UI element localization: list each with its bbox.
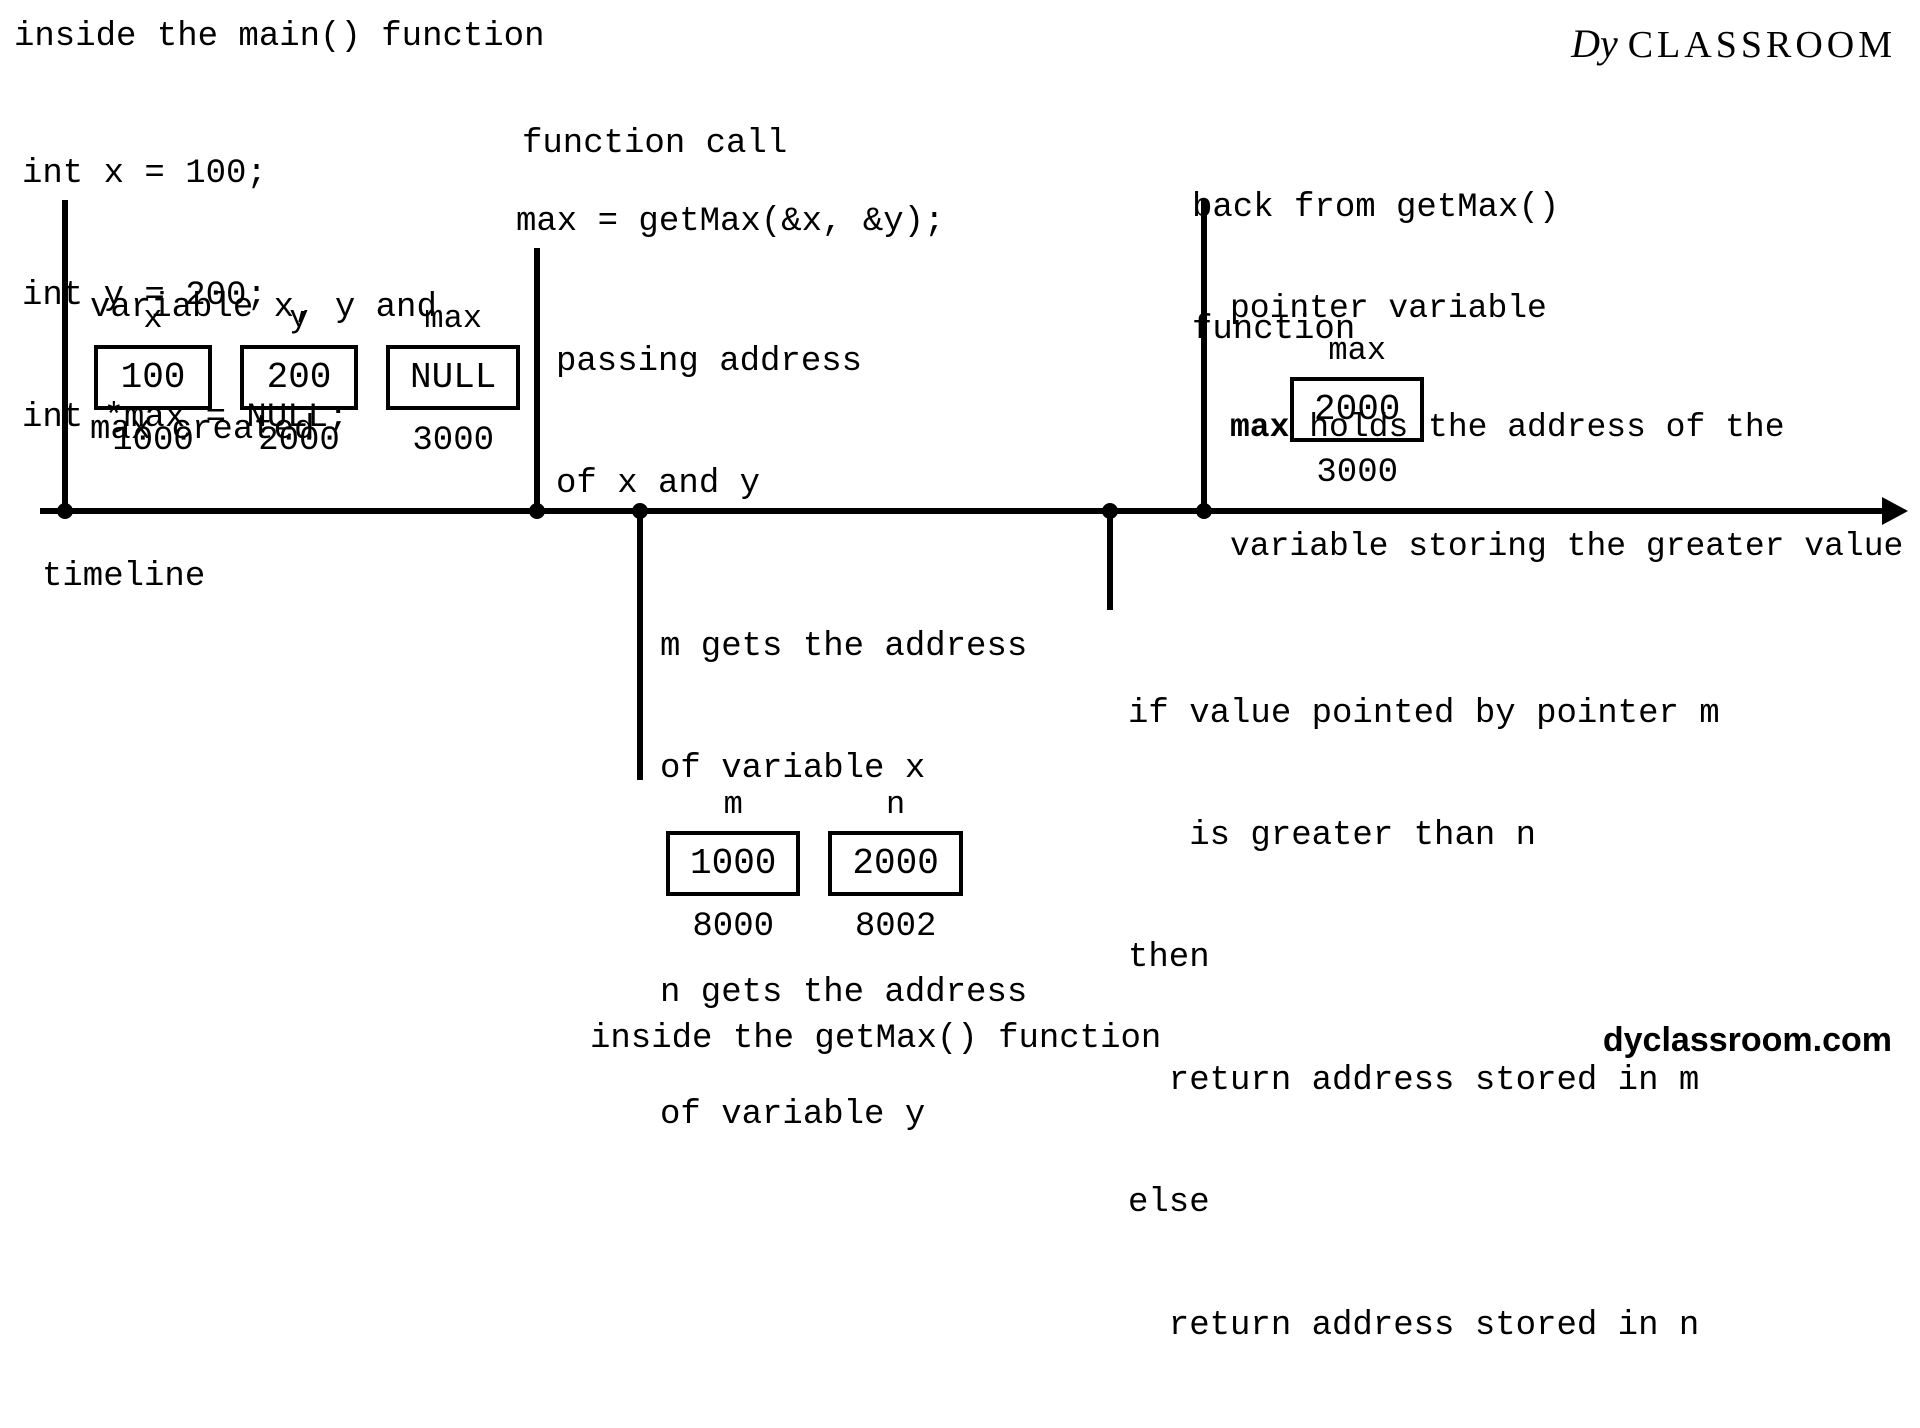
cell-name: n bbox=[886, 786, 905, 823]
note-emph: max bbox=[1230, 409, 1289, 446]
memory-cells-stage1: x 100 1000 y 200 2000 max NULL 3000 bbox=[94, 300, 520, 460]
note-line: n gets the address bbox=[660, 973, 1027, 1014]
note-line: return address stored in m bbox=[1128, 1061, 1720, 1102]
cell-name: x bbox=[143, 300, 162, 337]
cell-addr: 8002 bbox=[855, 908, 937, 946]
memory-cells-stage3: m 1000 8000 n 2000 8002 bbox=[666, 786, 963, 946]
cell-value: 100 bbox=[94, 345, 212, 410]
code-line: int x = 100; bbox=[22, 154, 348, 195]
footer-brand: dyclassroom.com bbox=[1603, 1021, 1892, 1060]
note-line: then bbox=[1128, 938, 1720, 979]
cell-name: y bbox=[289, 300, 308, 337]
heading-function-call: function call bbox=[522, 124, 787, 165]
cell-max: max NULL 3000 bbox=[386, 300, 520, 460]
note-stage2: passing address of x and y bbox=[556, 260, 862, 586]
cell-value: NULL bbox=[386, 345, 520, 410]
note-stage4: if value pointed by pointer m is greater… bbox=[1128, 612, 1720, 1428]
cell-name: m bbox=[724, 786, 743, 823]
cell-m: m 1000 8000 bbox=[666, 786, 800, 946]
cell-value: 2000 bbox=[1290, 377, 1424, 442]
cell-addr: 8000 bbox=[692, 908, 774, 946]
cell-value: 2000 bbox=[828, 831, 962, 896]
tick-stage5 bbox=[1201, 200, 1207, 512]
note-line: of variable y bbox=[660, 1095, 1027, 1136]
tick-stage3 bbox=[637, 510, 643, 780]
note-line: return address stored in n bbox=[1128, 1306, 1720, 1347]
note-line: variable storing the greater value bbox=[1230, 527, 1903, 567]
cell-addr: 3000 bbox=[412, 422, 494, 460]
brand-prefix: Dy bbox=[1571, 20, 1618, 67]
note-line: m gets the address bbox=[660, 627, 1027, 668]
note-line: of variable x bbox=[660, 749, 1027, 790]
section-title-getmax: inside the getMax() function bbox=[590, 1020, 1161, 1058]
note-line: passing address bbox=[556, 342, 862, 383]
note-line: if value pointed by pointer m bbox=[1128, 694, 1720, 735]
timeline-label: timeline bbox=[42, 558, 205, 596]
memory-cells-stage5: max 2000 3000 bbox=[1290, 332, 1424, 492]
cell-y: y 200 2000 bbox=[240, 300, 358, 460]
tick-stage1 bbox=[62, 200, 68, 512]
tick-stage4 bbox=[1107, 510, 1113, 610]
timeline-axis bbox=[40, 508, 1886, 514]
cell-value: 200 bbox=[240, 345, 358, 410]
cell-value: 1000 bbox=[666, 831, 800, 896]
note-line: is greater than n bbox=[1128, 816, 1720, 857]
note-line: else bbox=[1128, 1183, 1720, 1224]
timeline-arrowhead-icon bbox=[1882, 497, 1908, 525]
cell-max-result: max 2000 3000 bbox=[1290, 332, 1424, 492]
brand-word: CLASSROOM bbox=[1628, 23, 1896, 67]
cell-addr: 3000 bbox=[1316, 454, 1398, 492]
cell-name: max bbox=[1328, 332, 1386, 369]
section-title-main: inside the main() function bbox=[14, 18, 545, 56]
note-line: pointer variable bbox=[1230, 289, 1903, 329]
brand-logo: Dy CLASSROOM bbox=[1571, 20, 1896, 67]
cell-addr: 1000 bbox=[112, 422, 194, 460]
cell-name: max bbox=[424, 300, 482, 337]
call-expression: max = getMax(&x, &y); bbox=[516, 202, 944, 243]
cell-n: n 2000 8002 bbox=[828, 786, 962, 946]
cell-x: x 100 1000 bbox=[94, 300, 212, 460]
tick-stage2 bbox=[534, 248, 540, 512]
cell-addr: 2000 bbox=[258, 422, 340, 460]
note-line: of x and y bbox=[556, 464, 862, 505]
